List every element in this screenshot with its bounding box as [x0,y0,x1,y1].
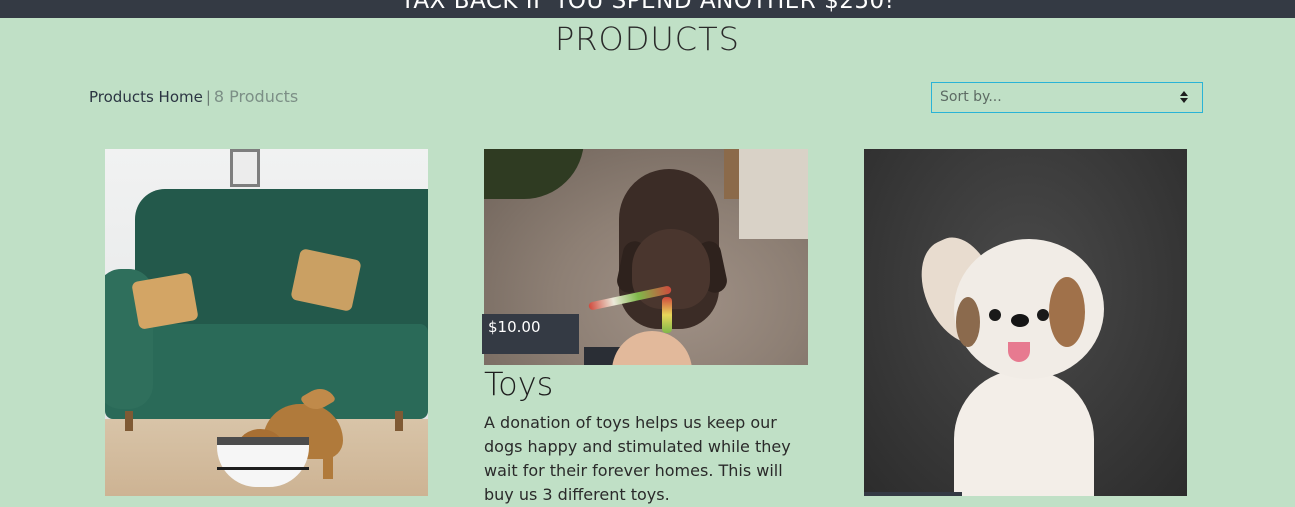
promo-banner-text: TAX BACK IF YOU SPEND ANOTHER $250! [400,0,895,14]
product-description: A donation of toys helps us keep our dog… [484,413,791,504]
product-image-1[interactable] [105,149,428,496]
product-count: 8 Products [213,87,299,106]
sort-select[interactable]: Sort by... [931,82,1203,113]
breadcrumb: Products Home | 8 Products [89,87,298,106]
select-arrows-icon [1180,91,1188,105]
product-image-3[interactable] [864,149,1187,496]
page-title: PRODUCTS [555,20,740,58]
price-tag: $10.00 [482,314,579,354]
breadcrumb-separator: | [205,88,211,106]
breadcrumb-products-home-link[interactable]: Products Home [89,88,203,106]
promo-banner: TAX BACK IF YOU SPEND ANOTHER $250! [0,0,1295,18]
product-title[interactable]: Toys [484,365,553,403]
sort-select-value: Sort by... [940,89,1002,105]
